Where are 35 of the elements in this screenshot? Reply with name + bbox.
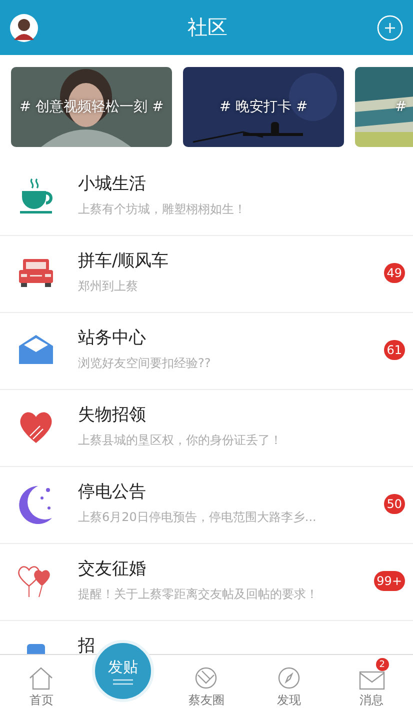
- heart-icon: [18, 410, 54, 444]
- coffee-cup-icon: [18, 177, 54, 215]
- moon-stars-icon: [18, 484, 54, 524]
- forum-preview: 上蔡有个坊城，雕塑栩栩如生！: [78, 201, 247, 218]
- tab-label[interactable]: 发现: [277, 692, 302, 709]
- home-icon: [28, 666, 54, 690]
- avatar[interactable]: [10, 14, 38, 42]
- forum-title[interactable]: 失物招领: [78, 403, 405, 426]
- envelope-icon: [358, 670, 385, 690]
- menu-icon: [113, 678, 133, 684]
- forum-title[interactable]: 站务中心: [78, 326, 384, 349]
- count-badge: 49: [384, 263, 405, 283]
- forum-preview: 浏览好友空间要扣经验??: [78, 355, 212, 372]
- tab-label[interactable]: 蔡友圈: [188, 692, 224, 709]
- forum-title[interactable]: 停电公告: [78, 480, 384, 503]
- tab-label[interactable]: 消息: [360, 692, 384, 709]
- count-badge: 61: [384, 340, 405, 360]
- forum-preview: 上蔡县城的垦区权，你的身份证丢了！: [78, 432, 283, 449]
- forum-title[interactable]: 小城生活: [78, 172, 405, 195]
- car-icon: [18, 257, 54, 289]
- page-title: 社区: [188, 14, 228, 41]
- forum-title[interactable]: 拼车/顺风车: [78, 249, 384, 272]
- forum-preview: 郑州到上蔡: [78, 278, 139, 295]
- topic-label[interactable]: # 晚安打卡 #: [219, 98, 308, 116]
- envelope-icon: [18, 334, 54, 366]
- tab-label[interactable]: 首页: [29, 692, 54, 709]
- compass-icon: [277, 666, 302, 690]
- add-icon[interactable]: [377, 14, 403, 40]
- count-badge: 2: [376, 658, 389, 671]
- aperture-icon: [194, 666, 218, 690]
- forum-preview: 上蔡6月20日停电预告，停电范围大路李乡...: [78, 509, 318, 526]
- forum-preview: 提醒！关于上蔡零距离交友帖及回帖的要求！: [78, 586, 319, 603]
- count-badge: 50: [384, 494, 405, 514]
- count-badge: 99+: [374, 571, 405, 591]
- forum-title[interactable]: 交友征婚: [78, 557, 374, 580]
